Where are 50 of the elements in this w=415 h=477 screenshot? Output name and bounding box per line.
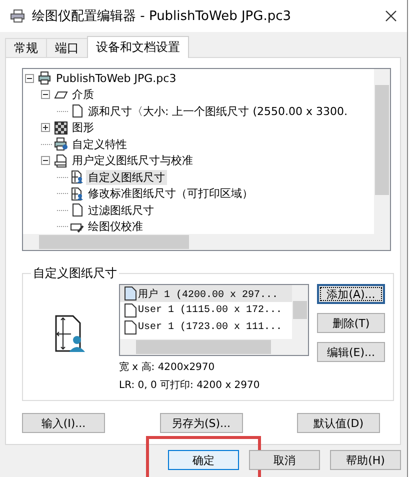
tree-item[interactable]: 图形 [70,120,96,136]
scrollbar[interactable] [23,234,390,250]
list-item[interactable]: User 1 (1723.00 x 111... [120,319,292,336]
tree-item[interactable]: 修改标准图纸尺寸（可打印区域） [86,186,255,202]
button[interactable]: 添加(A)... [317,284,385,304]
tree-item[interactable]: 介质 [70,87,96,102]
checker-icon [54,120,68,135]
expand-toggle[interactable] [41,123,52,132]
list-item[interactable]: User 1 (1115.00 x 172... [120,302,292,319]
tree-item[interactable]: 自定义特性 [70,136,129,152]
tree-item[interactable]: 过滤图纸尺寸 [86,202,156,218]
tree-item[interactable]: 绘图仪校准 [86,219,145,234]
scrollbar[interactable] [120,339,308,355]
tab[interactable]: 常规 [5,38,47,57]
button[interactable]: 确定 [168,450,239,470]
tree-item[interactable]: 源和尺寸〈大小: 上一个图纸尺寸 (2550.00 x 3300. [86,104,350,119]
paper-size-icon [70,170,84,184]
page-icon [70,104,84,118]
page-icon [124,303,137,318]
button[interactable]: 帮助(H) [330,450,401,470]
button[interactable]: 编辑(E)... [317,342,385,362]
button[interactable]: 删除(T) [317,313,385,333]
scrollbar[interactable] [292,285,308,339]
button[interactable]: 默认值(D) [297,413,380,433]
paper-size-icon [70,186,84,201]
printer-icon [38,71,52,86]
page-icon [54,154,68,168]
size-label: 宽 x 高: 4200x2970 [119,360,216,374]
button[interactable]: 另存为(S)... [160,413,242,433]
collapse-toggle[interactable] [25,74,36,83]
close-icon[interactable] [385,10,397,22]
page-icon [124,286,137,301]
tree-item[interactable]: PublishToWeb JPG.pc3 [54,72,178,85]
printable-label: LR: 0, 0 可打印: 4200 x 2970 [119,378,261,392]
collapse-toggle[interactable] [41,90,52,100]
button[interactable]: 取消 [249,450,320,470]
tab[interactable]: 设备和文档设置 [87,36,189,58]
paper-size-icon [53,314,87,354]
page-icon [70,203,84,218]
scrollbar[interactable] [374,69,390,234]
button[interactable]: 输入(I)... [22,413,105,433]
tree-item[interactable]: 用户定义图纸尺寸与校准 [70,153,195,168]
window-title: 绘图仪配置编辑器 - PublishToWeb JPG.pc3 [32,8,292,25]
printer-icon [54,137,68,152]
list-item[interactable]: 用户 1 (4200.00 x 297... [120,285,292,302]
page-icon [124,320,137,335]
tree-item[interactable]: 自定义图纸尺寸 [86,170,167,185]
group-title: 自定义图纸尺寸 [32,265,118,282]
collapse-toggle[interactable] [41,156,52,166]
printer-icon [10,9,26,23]
